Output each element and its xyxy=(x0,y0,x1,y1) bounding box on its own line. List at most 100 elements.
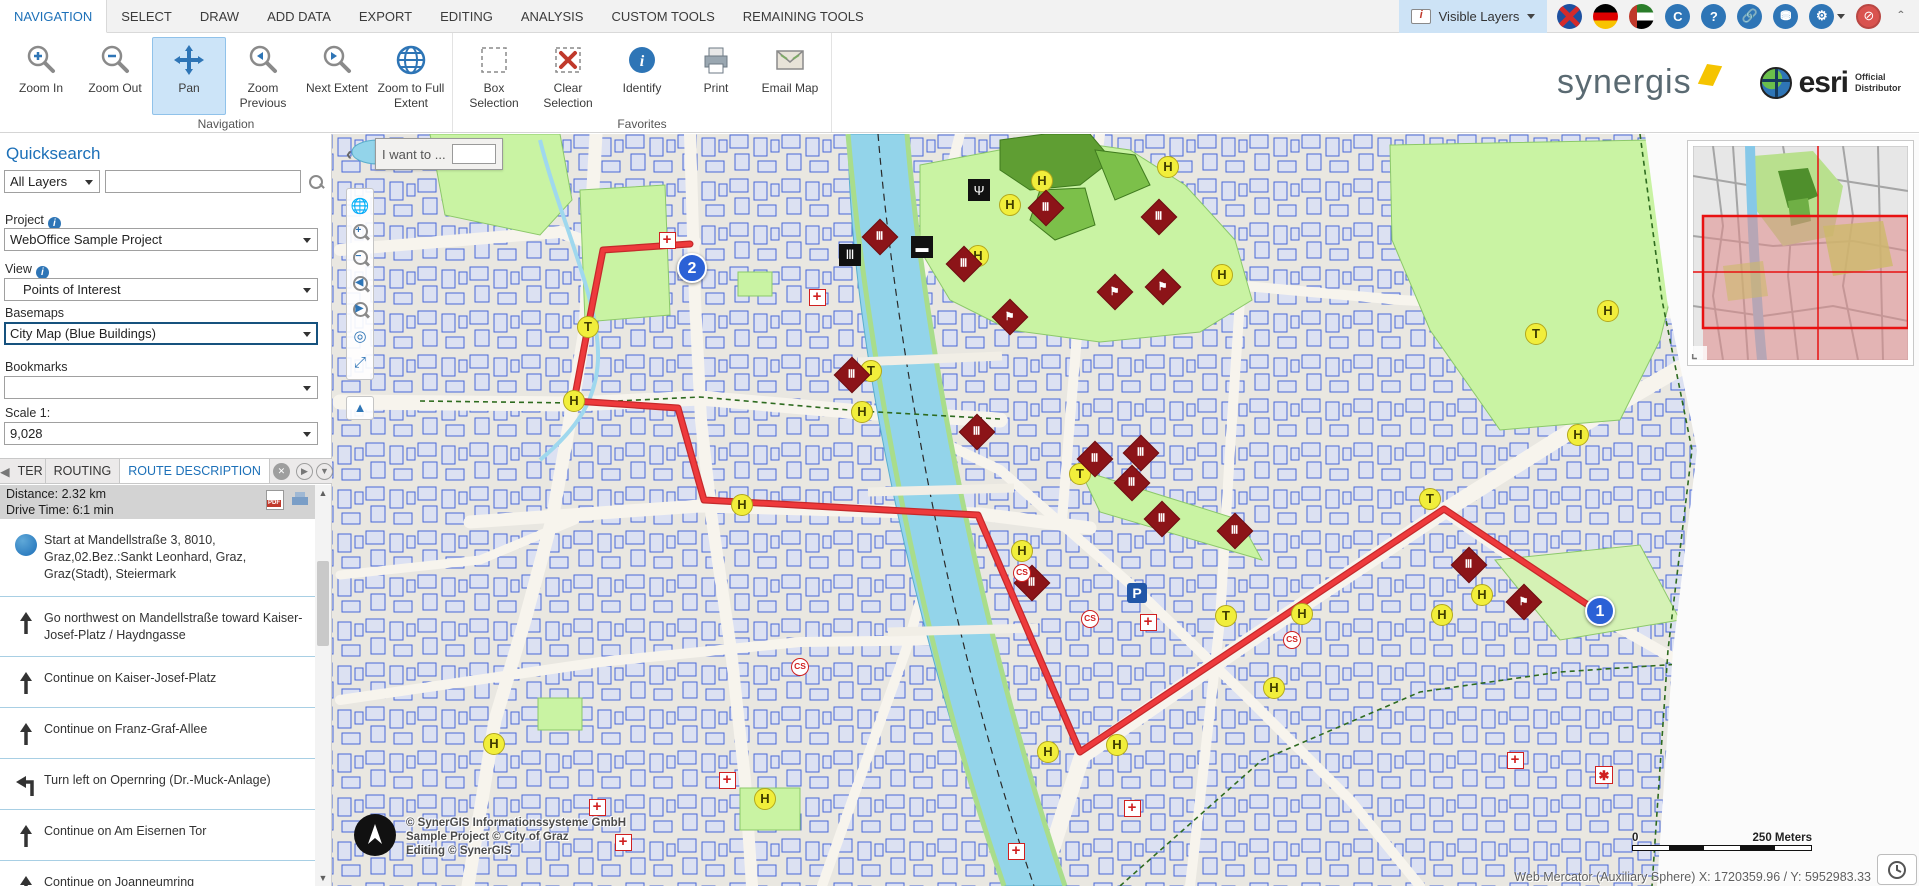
poi-hospital-badge[interactable]: H xyxy=(563,390,585,412)
route-step[interactable]: Go northwest on Mandellstraße toward Kai… xyxy=(0,597,316,658)
zoom-previous-button[interactable]: Zoom Previous xyxy=(226,37,300,115)
link-icon[interactable]: 🔗 xyxy=(1737,4,1762,29)
map-strip-collapse-icon[interactable]: ▲ xyxy=(346,396,374,420)
poi-pharmacy-cross[interactable]: + xyxy=(589,799,606,816)
sidebar-scrollbar[interactable]: ▲ ▼ xyxy=(315,485,331,886)
poi-pharmacy-cross[interactable]: + xyxy=(1140,614,1157,631)
menu-tab-draw[interactable]: DRAW xyxy=(186,0,253,32)
logout-power-icon[interactable]: ⊘ xyxy=(1856,4,1881,29)
poi-hospital-badge[interactable]: H xyxy=(851,401,873,423)
zoom-in-button[interactable]: Zoom In xyxy=(4,37,78,115)
scroll-up-icon[interactable]: ▲ xyxy=(315,485,331,501)
poi-museum-icon[interactable]: Ⅲ xyxy=(839,244,861,266)
poi-transit-badge[interactable]: T xyxy=(1525,323,1547,345)
locate-target-icon[interactable]: ◎ xyxy=(349,323,371,349)
poi-transit-badge[interactable]: T xyxy=(577,316,599,338)
poi-hospital-badge[interactable]: H xyxy=(1211,264,1233,286)
language-arabic-flag-icon[interactable] xyxy=(1629,4,1654,29)
route-step[interactable]: Continue on Franz-Graf-Allee xyxy=(0,708,316,759)
language-english-flag-icon[interactable] xyxy=(1557,4,1582,29)
poi-hospital-badge[interactable]: H xyxy=(754,788,776,810)
menu-tab-select[interactable]: SELECT xyxy=(107,0,186,32)
menu-tab-analysis[interactable]: ANALYSIS xyxy=(507,0,598,32)
close-tab-icon[interactable]: ✕ xyxy=(273,463,290,480)
project-select[interactable]: WebOffice Sample Project xyxy=(4,228,318,251)
poi-cs-badge[interactable]: CS xyxy=(1013,564,1031,582)
poi-pharmacy-cross[interactable]: + xyxy=(1507,752,1524,769)
i-want-to-input[interactable] xyxy=(452,144,496,164)
pan-button[interactable]: Pan xyxy=(152,37,226,115)
time-slider-button[interactable] xyxy=(1877,854,1917,885)
overview-resize-handle[interactable]: ⌞ xyxy=(1691,346,1707,362)
poi-restaurant-icon[interactable]: Ψ xyxy=(968,179,990,201)
search-icon[interactable] xyxy=(308,174,324,190)
quicksearch-scope-select[interactable]: All Layers xyxy=(4,170,100,193)
poi-hospital-badge[interactable]: H xyxy=(1031,170,1053,192)
zoom-previous-map-icon[interactable]: ◀ xyxy=(349,271,371,297)
poi-hospital-badge[interactable]: H xyxy=(731,494,753,516)
scrollbar-thumb[interactable] xyxy=(317,561,329,646)
zoom-out-button[interactable]: Zoom Out xyxy=(78,37,152,115)
identify-button[interactable]: iIdentify xyxy=(605,37,679,115)
poi-hospital-badge[interactable]: H xyxy=(999,194,1021,216)
poi-transit-badge[interactable]: T xyxy=(1215,605,1237,627)
poi-hospital-badge[interactable]: H xyxy=(1011,540,1033,562)
tabs-scroll-right-icon[interactable]: ▶ xyxy=(296,463,313,480)
poi-hospital-badge[interactable]: H xyxy=(1263,677,1285,699)
scale-select[interactable]: 9,028 xyxy=(4,422,318,445)
scroll-down-icon[interactable]: ▼ xyxy=(315,870,331,886)
bookmarks-select[interactable] xyxy=(4,376,318,399)
zoom-out-map-icon[interactable]: − xyxy=(349,245,371,271)
print-route-icon[interactable] xyxy=(290,490,310,508)
tab-routing[interactable]: ROUTING xyxy=(46,459,121,483)
poi-pharmacy-cross[interactable]: + xyxy=(809,289,826,306)
basemap-select[interactable]: City Map (Blue Buildings) xyxy=(4,322,318,345)
next-extent-button[interactable]: Next Extent xyxy=(300,37,374,115)
poi-hospital-badge[interactable]: H xyxy=(1291,603,1313,625)
tabs-menu-icon[interactable]: ▼ xyxy=(316,463,333,480)
menu-tab-navigation[interactable]: NAVIGATION xyxy=(0,0,107,33)
settings-button[interactable]: ⚙ xyxy=(1809,4,1845,29)
poi-pharmacy-cross[interactable]: + xyxy=(659,232,676,249)
full-extent-expand-icon[interactable]: ⤢ xyxy=(349,349,371,375)
email-map-button[interactable]: Email Map xyxy=(753,37,827,115)
language-c-icon[interactable]: C xyxy=(1665,4,1690,29)
language-german-flag-icon[interactable] xyxy=(1593,4,1618,29)
clear-selection-button[interactable]: Clear Selection xyxy=(531,37,605,115)
help-icon[interactable]: ? xyxy=(1701,4,1726,29)
poi-hospital-badge[interactable]: H xyxy=(1597,300,1619,322)
visible-layers-dropdown[interactable]: Visible Layers xyxy=(1399,0,1548,33)
tab-route-description[interactable]: ROUTE DESCRIPTION xyxy=(120,459,270,483)
quicksearch-input[interactable] xyxy=(105,170,301,193)
route-step[interactable]: Start at Mandellstraße 3, 8010, Graz,02.… xyxy=(0,519,316,597)
collapse-toolbar-icon[interactable]: ˆ xyxy=(1892,8,1909,24)
poi-hospital-badge[interactable]: H xyxy=(1567,424,1589,446)
poi-cs-badge[interactable]: CS xyxy=(1081,610,1099,628)
poi-cs-badge[interactable]: CS xyxy=(1283,631,1301,649)
save-icon[interactable]: ⛃ xyxy=(1773,4,1798,29)
route-stop-marker-1[interactable]: 1 xyxy=(1585,596,1615,626)
poi-hospital-badge[interactable]: H xyxy=(1431,604,1453,626)
tab-ter[interactable]: TER xyxy=(10,459,46,483)
poi-parking-sign[interactable]: P xyxy=(1127,583,1147,603)
menu-tab-add-data[interactable]: ADD DATA xyxy=(253,0,345,32)
view-select[interactable]: Points of Interest xyxy=(4,278,318,301)
poi-cs-badge[interactable]: CS xyxy=(791,658,809,676)
zoom-to-full-extent-button[interactable]: Zoom to Full Extent xyxy=(374,37,448,115)
poi-pharmacy-cross[interactable]: + xyxy=(719,772,736,789)
menu-tab-custom-tools[interactable]: CUSTOM TOOLS xyxy=(597,0,728,32)
poi-hospital-badge[interactable]: H xyxy=(1157,156,1179,178)
route-stop-marker-2[interactable]: 2 xyxy=(677,253,707,283)
zoom-next-map-icon[interactable]: ▶ xyxy=(349,297,371,323)
route-step[interactable]: Continue on Kaiser-Josef-Platz xyxy=(0,657,316,708)
poi-hospital-badge[interactable]: H xyxy=(1471,584,1493,606)
menu-tab-editing[interactable]: EDITING xyxy=(426,0,507,32)
i-want-to-widget[interactable]: I want to ... xyxy=(375,138,503,170)
poi-hospital-badge[interactable]: H xyxy=(483,733,505,755)
menu-tab-remaining-tools[interactable]: REMAINING TOOLS xyxy=(729,0,878,32)
poi-hospital-badge[interactable]: H xyxy=(1037,741,1059,763)
poi-transit-badge[interactable]: T xyxy=(1419,488,1441,510)
menu-tab-export[interactable]: EXPORT xyxy=(345,0,426,32)
route-step[interactable]: Continue on Joanneumring xyxy=(0,861,316,886)
export-pdf-icon[interactable] xyxy=(266,490,284,510)
